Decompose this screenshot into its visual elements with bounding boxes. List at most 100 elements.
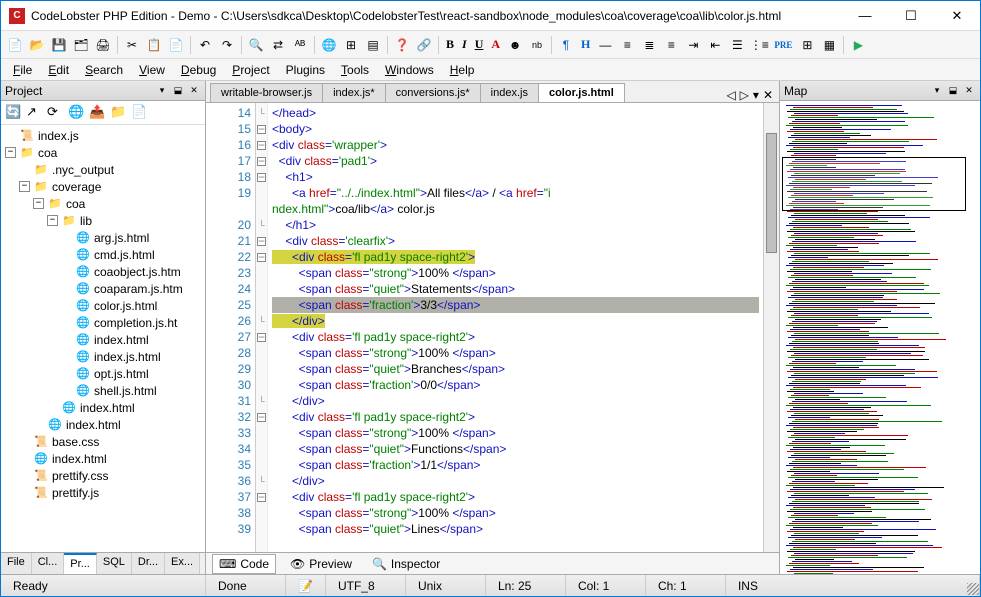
sync-icon[interactable]: 🔄: [5, 104, 23, 122]
link-icon[interactable]: 🔗: [414, 35, 434, 55]
menu-help[interactable]: Help: [442, 61, 483, 79]
find-all-icon[interactable]: ᴬᴮ: [290, 35, 310, 55]
code-view-tab[interactable]: ⌨Code: [212, 554, 276, 574]
nbsp-button[interactable]: nb: [527, 35, 547, 55]
scroll-thumb[interactable]: [766, 133, 777, 253]
refresh-icon[interactable]: ⟳: [47, 104, 65, 122]
indent-icon[interactable]: ⇥: [683, 35, 703, 55]
left-tab[interactable]: Cl...: [32, 553, 65, 574]
tree-root-file[interactable]: 📜index.js: [3, 127, 203, 144]
left-tab[interactable]: Ex...: [165, 553, 200, 574]
tree-folder-coa2[interactable]: −📁coa: [3, 195, 203, 212]
undo-icon[interactable]: ↶: [195, 35, 215, 55]
tree-file[interactable]: 📜base.css: [3, 433, 203, 450]
menu-windows[interactable]: Windows: [377, 61, 442, 79]
tree-file[interactable]: 📜prettify.js: [3, 484, 203, 501]
find-icon[interactable]: 🔍: [246, 35, 266, 55]
editor-tab[interactable]: conversions.js*: [385, 83, 481, 102]
replace-icon[interactable]: ⇄: [268, 35, 288, 55]
smiley-icon[interactable]: ☻: [505, 35, 525, 55]
underline-button[interactable]: U: [472, 37, 487, 52]
menu-plugins[interactable]: Plugins: [278, 61, 333, 79]
fold-column[interactable]: └−−−−└−−└−└−└−: [256, 103, 268, 552]
table-icon[interactable]: ⊞: [797, 35, 817, 55]
nav-icon[interactable]: ↗: [26, 104, 44, 122]
upload-icon[interactable]: 📤: [89, 104, 107, 122]
heading-button[interactable]: H: [578, 37, 593, 52]
hr-icon[interactable]: —: [595, 35, 615, 55]
tab-close-icon[interactable]: ✕: [763, 88, 773, 102]
tree-file[interactable]: 🌐coaobject.js.htm: [3, 263, 203, 280]
panel-pin-icon[interactable]: ⬓: [171, 84, 185, 98]
tree-file[interactable]: 🌐arg.js.html: [3, 229, 203, 246]
code-area[interactable]: </head><body><div class='wrapper'> <div …: [268, 103, 763, 552]
align-left-icon[interactable]: ≡: [617, 35, 637, 55]
redo-icon[interactable]: ↷: [217, 35, 237, 55]
bold-button[interactable]: B: [443, 37, 457, 52]
menu-project[interactable]: Project: [224, 61, 277, 79]
tree-folder-lib[interactable]: −📁lib: [3, 212, 203, 229]
new-folder-icon[interactable]: 📁: [110, 104, 128, 122]
tab-next-icon[interactable]: ▷: [740, 88, 749, 102]
pre-button[interactable]: PRE: [771, 40, 795, 50]
tree-file[interactable]: 🌐index.html: [3, 450, 203, 467]
code-editor[interactable]: 1415161718192021222324252627282930313233…: [206, 103, 779, 552]
form-icon[interactable]: ▦: [819, 35, 839, 55]
tab-prev-icon[interactable]: ◁: [726, 88, 735, 102]
browser-icon[interactable]: 🌐: [319, 35, 339, 55]
left-tab[interactable]: File: [1, 553, 32, 574]
menu-file[interactable]: File: [5, 61, 40, 79]
list-icon[interactable]: ☰: [727, 35, 747, 55]
tree-file[interactable]: 🌐index.html: [3, 416, 203, 433]
menu-search[interactable]: Search: [77, 61, 131, 79]
map-dropdown-icon[interactable]: ▾: [930, 84, 944, 98]
tree-file[interactable]: 🌐color.js.html: [3, 297, 203, 314]
italic-button[interactable]: I: [459, 37, 470, 52]
tree-file[interactable]: 🌐cmd.js.html: [3, 246, 203, 263]
align-center-icon[interactable]: ≣: [639, 35, 659, 55]
pilcrow-icon[interactable]: ¶: [556, 35, 576, 55]
help-icon[interactable]: ❓: [392, 35, 412, 55]
align-right-icon[interactable]: ≡: [661, 35, 681, 55]
tree-file[interactable]: 🌐shell.js.html: [3, 382, 203, 399]
tree-folder-coverage[interactable]: −📁coverage: [3, 178, 203, 195]
copy-icon[interactable]: 📋: [144, 35, 164, 55]
menu-view[interactable]: View: [131, 61, 173, 79]
save-icon[interactable]: 💾: [49, 35, 69, 55]
cut-icon[interactable]: ✂: [122, 35, 142, 55]
outdent-icon[interactable]: ⇤: [705, 35, 725, 55]
minimap[interactable]: [780, 101, 980, 574]
inspector-tab[interactable]: 🔍Inspector: [366, 555, 446, 573]
new-file-icon[interactable]: 📄: [131, 104, 149, 122]
tree-file[interactable]: 🌐coaparam.js.htm: [3, 280, 203, 297]
left-tab[interactable]: SQL: [97, 553, 132, 574]
save-all-icon[interactable]: 🗂: [71, 35, 91, 55]
panel-dropdown-icon[interactable]: ▾: [155, 84, 169, 98]
tab-list-icon[interactable]: ▾: [753, 88, 759, 102]
editor-tab[interactable]: writable-browser.js: [210, 83, 323, 102]
editor-tab[interactable]: index.js: [480, 83, 539, 102]
new-file-icon[interactable]: 📄: [5, 35, 25, 55]
menu-edit[interactable]: Edit: [40, 61, 77, 79]
paste-icon[interactable]: 📄: [166, 35, 186, 55]
preview-tab[interactable]: 👁Preview: [284, 555, 358, 573]
tree-file[interactable]: 🌐completion.js.ht: [3, 314, 203, 331]
print-icon[interactable]: 🖨: [93, 35, 113, 55]
maximize-button[interactable]: ☐: [888, 1, 934, 31]
map-pin-icon[interactable]: ⬓: [946, 84, 960, 98]
open-icon[interactable]: 📂: [27, 35, 47, 55]
panel-close-icon[interactable]: ✕: [187, 84, 201, 98]
tree-file[interactable]: 🌐index.js.html: [3, 348, 203, 365]
editor-tab[interactable]: index.js*: [322, 83, 386, 102]
olist-icon[interactable]: ⋮≡: [749, 35, 769, 55]
tree-folder-nyc[interactable]: 📁.nyc_output: [3, 161, 203, 178]
left-tab[interactable]: Dr...: [132, 553, 165, 574]
tree-file[interactable]: 🌐index.html: [3, 331, 203, 348]
web-icon[interactable]: 🌐: [68, 104, 86, 122]
minimap-viewport[interactable]: [782, 157, 966, 211]
status-encoding[interactable]: UTF_8: [326, 575, 406, 596]
tree-file[interactable]: 🌐index.html: [3, 399, 203, 416]
status-ins[interactable]: INS: [726, 575, 980, 596]
menu-debug[interactable]: Debug: [173, 61, 224, 79]
resize-grip[interactable]: [967, 583, 979, 595]
